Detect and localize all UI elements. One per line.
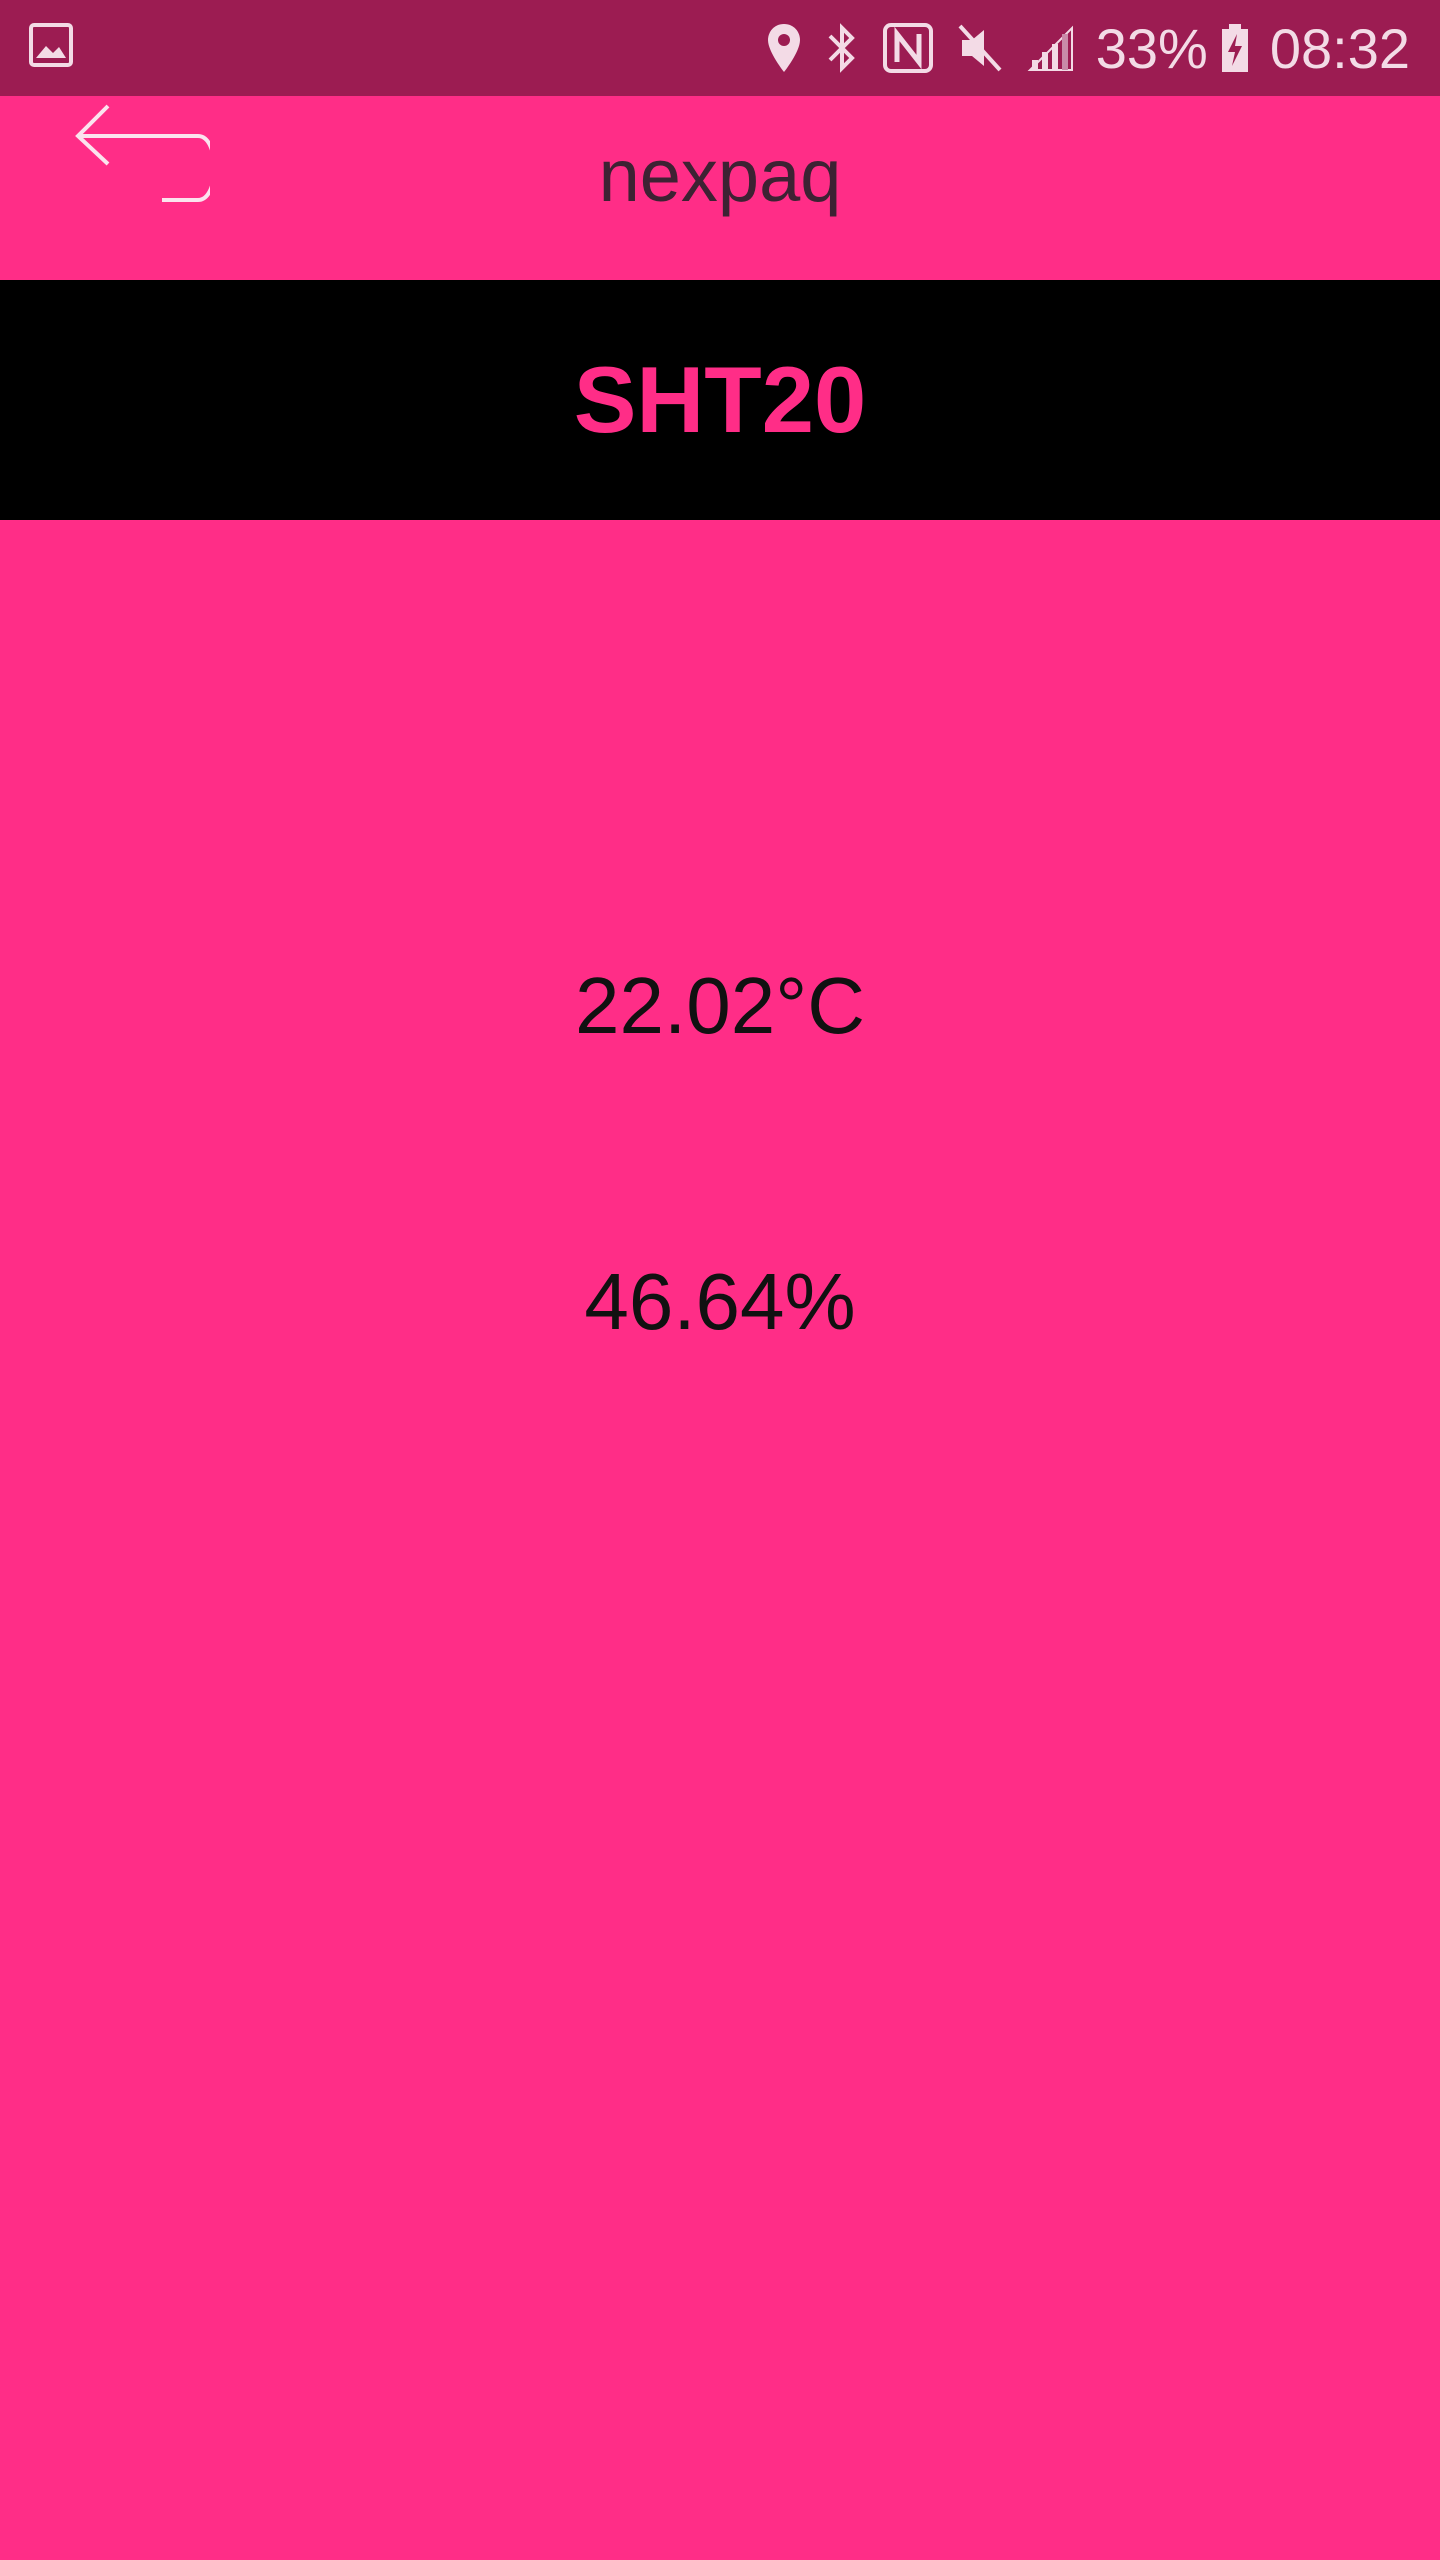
status-time: 08:32 bbox=[1269, 16, 1410, 80]
battery-percent: 33% bbox=[1095, 16, 1208, 80]
sensor-name: SHT20 bbox=[573, 347, 867, 452]
bluetooth-icon bbox=[824, 20, 860, 76]
image-icon bbox=[28, 22, 74, 68]
mute-icon bbox=[956, 20, 1004, 76]
nfc-icon bbox=[882, 20, 934, 76]
humidity-reading: 46.64% bbox=[584, 1257, 856, 1346]
app-bar: nexpaq bbox=[0, 96, 1440, 280]
location-icon bbox=[766, 20, 802, 76]
status-bar: 33% 08:32 bbox=[0, 0, 1440, 96]
temperature-reading: 22.02°C bbox=[575, 961, 865, 1050]
sensor-header: SHT20 bbox=[0, 280, 1440, 520]
app-title: nexpaq bbox=[598, 134, 842, 217]
battery-charging-icon bbox=[1220, 20, 1250, 76]
status-icons: 33% 08:32 bbox=[744, 0, 1410, 96]
signal-icon bbox=[1026, 20, 1076, 76]
